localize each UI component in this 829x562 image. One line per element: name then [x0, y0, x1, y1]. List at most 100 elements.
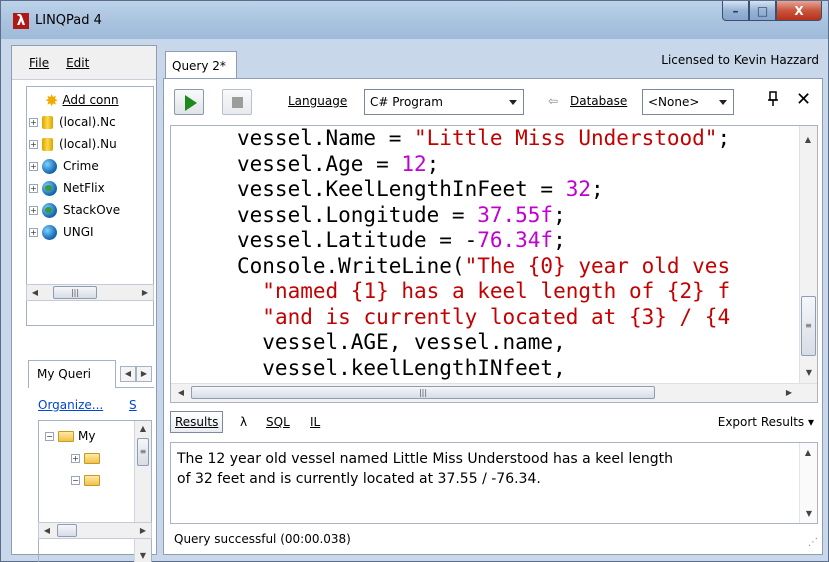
- folder-item[interactable]: +: [69, 447, 104, 469]
- query-tabstrip: Query 2* Licensed to Kevin Hazzard: [163, 45, 823, 79]
- scroll-up-icon[interactable]: ▲: [800, 445, 816, 460]
- resize-grip-icon[interactable]: ⋰: [808, 537, 818, 548]
- scroll-thumb[interactable]: |||: [191, 386, 655, 399]
- code-token: 32: [565, 177, 592, 201]
- connection-item[interactable]: + Crime: [27, 155, 99, 177]
- code-text[interactable]: vessel.Name = "Little Miss Understood"; v…: [237, 126, 730, 381]
- tab-results[interactable]: Results: [170, 411, 224, 433]
- results-vscrollbar[interactable]: ▲ ▼: [799, 443, 817, 523]
- menu-file[interactable]: File: [29, 56, 49, 70]
- connection-item[interactable]: + StackOve: [27, 199, 120, 221]
- export-results-button[interactable]: Export Results ▾: [718, 415, 814, 429]
- maximize-button[interactable]: □: [749, 1, 776, 21]
- scroll-thumb[interactable]: ≡: [801, 296, 816, 356]
- scroll-left-icon[interactable]: ◀: [173, 385, 189, 400]
- results-text: The 12 year old vessel named Little Miss…: [177, 451, 673, 487]
- connections-hscrollbar[interactable]: ◀ ||| ▶: [26, 284, 154, 301]
- expand-icon[interactable]: +: [29, 183, 38, 193]
- scroll-left-icon[interactable]: ◀: [39, 523, 55, 538]
- my-queries-hscrollbar[interactable]: ◀ ▶: [38, 522, 152, 539]
- my-queries-vscrollbar[interactable]: ▲ ≡ ▼: [134, 421, 151, 562]
- window-title: LINQPad 4: [35, 13, 102, 28]
- scroll-left-icon[interactable]: ◀: [27, 285, 43, 300]
- scroll-right-icon[interactable]: ▶: [135, 523, 151, 538]
- tab-query-2[interactable]: Query 2*: [165, 51, 237, 79]
- code-line: vessel.Latitude = -76.34f;: [237, 228, 730, 254]
- code-token: 76.34f: [477, 228, 554, 252]
- tab-lambda[interactable]: λ: [240, 415, 247, 429]
- scroll-right-icon[interactable]: ▶: [781, 385, 797, 400]
- scroll-thumb[interactable]: [57, 524, 77, 537]
- scroll-thumb[interactable]: |||: [53, 286, 97, 299]
- expand-icon[interactable]: +: [29, 117, 38, 127]
- scroll-down-icon[interactable]: ▼: [801, 365, 817, 380]
- connection-item[interactable]: + NetFlix: [27, 177, 105, 199]
- collapse-icon[interactable]: −: [71, 475, 80, 485]
- code-token: ;: [717, 126, 731, 150]
- expand-icon[interactable]: +: [29, 227, 38, 237]
- tab-il[interactable]: IL: [310, 415, 320, 429]
- organize-link[interactable]: Organize...: [38, 398, 103, 412]
- add-connection-label: Add conn: [62, 93, 119, 107]
- code-line: vessel.Age = 12;: [237, 152, 730, 178]
- code-editor[interactable]: vessel.Name = "Little Miss Understood"; v…: [170, 125, 818, 403]
- scroll-thumb[interactable]: ≡: [137, 438, 149, 466]
- stop-button[interactable]: [222, 89, 252, 115]
- folder-item[interactable]: −: [69, 469, 104, 491]
- tab-scroll-right-icon[interactable]: ▶: [136, 366, 152, 382]
- scroll-up-icon[interactable]: ▲: [800, 132, 816, 147]
- tab-my-queries[interactable]: My Queri: [28, 360, 116, 388]
- tab-sql[interactable]: SQL: [266, 415, 290, 429]
- add-connection-item[interactable]: ✸ Add conn: [27, 89, 119, 111]
- database-arrow-icon: ⇦: [548, 94, 559, 108]
- pin-icon[interactable]: [767, 91, 779, 111]
- menu-edit-label: Edit: [66, 55, 90, 70]
- open-folder-icon: [58, 430, 74, 442]
- connection-item[interactable]: + (local).Nu: [27, 133, 117, 155]
- database-label-text: Database: [570, 94, 628, 108]
- odata-globe-icon: [42, 158, 57, 174]
- query-toolbar: Language C# Program ⇦ Database <None> ✕: [164, 79, 822, 125]
- connection-label: (local).Nc: [59, 115, 116, 129]
- scroll-right-icon[interactable]: ▶: [137, 285, 153, 300]
- connection-label: NetFlix: [63, 181, 105, 195]
- language-value: C# Program: [370, 95, 443, 109]
- scroll-down-icon[interactable]: ▼: [801, 506, 817, 521]
- tab-scroll-left-icon[interactable]: ◀: [120, 366, 136, 382]
- menu-edit[interactable]: Edit: [66, 56, 89, 70]
- results-tabbar: Results λ SQL IL Export Results ▾: [170, 411, 818, 437]
- my-queries-tabs: My Queri ◀ ▶: [28, 360, 154, 388]
- my-queries-root[interactable]: − My: [43, 425, 95, 447]
- samples-link[interactable]: S: [129, 398, 137, 412]
- query-panel: Language C# Program ⇦ Database <None> ✕ …: [163, 78, 823, 555]
- run-button[interactable]: [174, 89, 204, 115]
- code-token: vessel.KeelLengthInFeet =: [237, 177, 566, 201]
- connection-label: UNGI: [63, 225, 94, 239]
- connection-item[interactable]: + UNGI: [27, 221, 94, 243]
- language-select[interactable]: C# Program: [364, 89, 524, 115]
- editor-hscrollbar[interactable]: ◀ ||| ▶: [171, 383, 817, 402]
- scroll-down-icon[interactable]: ▼: [135, 548, 151, 562]
- open-folder-icon: [84, 474, 100, 486]
- code-token: "and is currently located at {3} / {4: [262, 304, 731, 329]
- connection-item[interactable]: + (local).Nc: [27, 111, 116, 133]
- expand-icon[interactable]: +: [71, 453, 80, 463]
- collapse-icon[interactable]: −: [45, 431, 54, 441]
- tab-sql-label: SQL: [266, 415, 290, 429]
- close-query-icon[interactable]: ✕: [796, 89, 811, 110]
- expand-icon[interactable]: +: [29, 139, 38, 149]
- minimize-button[interactable]: –: [722, 1, 749, 21]
- database-select[interactable]: <None>: [642, 89, 734, 115]
- my-queries-tree[interactable]: − My + − ▲ ≡ ▼: [38, 420, 152, 562]
- scroll-up-icon[interactable]: ▲: [135, 421, 151, 436]
- code-line: vessel.KeelLengthInFeet = 32;: [237, 177, 730, 203]
- editor-vscrollbar[interactable]: ▲ ≡ ▼: [799, 126, 817, 384]
- expand-icon[interactable]: +: [29, 161, 38, 171]
- code-line: vessel.Longitude = 37.55f;: [237, 203, 730, 229]
- code-token: vessel.Age =: [237, 151, 402, 176]
- code-token: vessel.Longitude =: [237, 202, 478, 227]
- close-window-button[interactable]: X: [776, 1, 822, 21]
- expand-icon[interactable]: +: [29, 205, 38, 215]
